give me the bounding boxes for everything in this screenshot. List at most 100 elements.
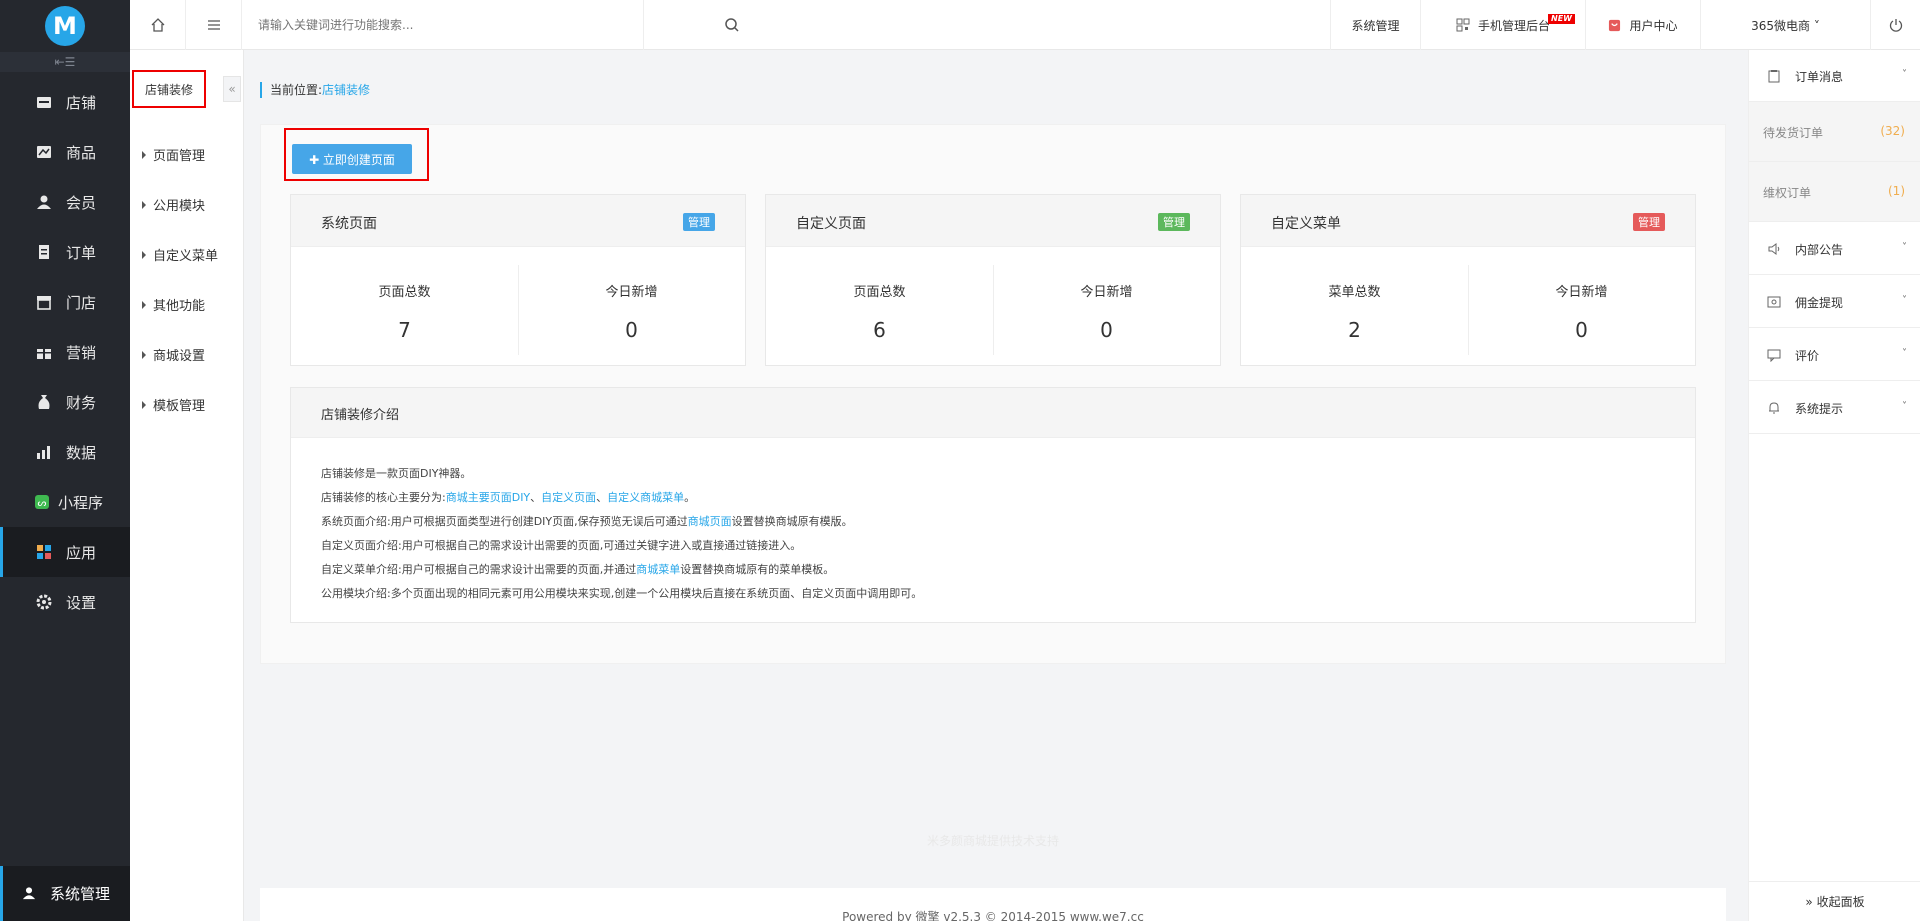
stat-label: 页面总数 [378,285,431,300]
system-tips-toggle[interactable]: 系统提示 ˅ [1749,381,1920,434]
intro-text: 、 [530,491,542,504]
sidebar-item-goods[interactable]: 商品 [0,127,130,177]
order-messages-label: 订单消息 [1795,70,1844,84]
top-bar: 系统管理 手机管理后台 NEW 用户中心 365微电商 ˅ [130,0,1920,50]
caret-right-icon [142,251,146,259]
sidebar-item-shop[interactable]: 门店 [0,277,130,327]
pending-orders-item[interactable]: 待发货订单 (32) [1749,102,1920,162]
sidebar-item-label: 设置 [66,594,97,612]
qrcode-icon [1456,18,1470,32]
intro-text: 系统页面介绍:用户可根据页面类型进行创建DIY页面,保存预览无误后可通过 [321,515,688,528]
speaker-icon [1768,243,1780,255]
create-page-highlight: ✚ 立即创建页面 [284,128,429,181]
sidebar-item-miniprogram[interactable]: ᔕ 小程序 [0,477,130,527]
sidebar-toggle-icon[interactable]: ⇤☰ [0,52,130,72]
intro-link-custom-menu[interactable]: 自定义商城菜单 [607,491,684,504]
stat-label: 菜单总数 [1328,285,1381,300]
sub-sidebar-collapse-button[interactable]: « [223,76,241,102]
manage-button[interactable]: 管理 [1633,213,1665,231]
create-page-button[interactable]: ✚ 立即创建页面 [292,144,412,174]
sidebar-item-label: 订单 [66,244,97,262]
sidebar-item-label: 门店 [66,294,97,312]
sub-sidebar-item-custom-menu[interactable]: 自定义菜单 [142,245,218,264]
stat-value: 0 [1100,318,1113,342]
intro-panel: 店铺装修介绍 店铺装修是一款页面DIY神器。 店铺装修的核心主要分为:商城主要页… [290,387,1696,623]
home-button[interactable] [130,0,186,50]
logout-button[interactable] [1870,0,1920,50]
sub-sidebar-item-page-manage[interactable]: 页面管理 [142,145,205,164]
intro-link-main-pages[interactable]: 商城主要页面DIY [446,491,530,504]
manage-button[interactable]: 管理 [1158,213,1190,231]
sidebar-item-data[interactable]: 数据 [0,427,130,477]
app-logo[interactable]: M [45,6,85,46]
manage-button[interactable]: 管理 [683,213,715,231]
mobile-admin-link[interactable]: 手机管理后台 NEW [1420,0,1585,50]
sidebar-item-apps[interactable]: 应用 [0,527,130,577]
miniprogram-icon: ᔕ [35,495,49,509]
order-messages-toggle[interactable]: 订单消息 ˅ [1749,50,1920,102]
intro-text: 、 [596,491,608,504]
search-icon[interactable] [724,17,740,33]
stat-value: 6 [873,318,886,342]
sub-sidebar-item-template[interactable]: 模板管理 [142,395,205,414]
breadcrumb-current[interactable]: 店铺装修 [322,83,370,97]
sidebar-item-member[interactable]: 会员 [0,177,130,227]
intro-link-mall-pages[interactable]: 商城页面 [688,515,732,528]
sidebar-item-label: 财务 [66,394,97,412]
intro-text: 自定义菜单介绍:用户可根据自己的需求设计出需要的页面,并通过 [321,563,637,576]
breadcrumb-prefix: 当前位置: [270,83,323,97]
logo-area[interactable]: M [0,0,130,52]
sub-sidebar-item-active[interactable]: 店铺装修 [132,70,206,108]
sidebar-item-settings[interactable]: 设置 [0,577,130,627]
review-toggle[interactable]: 评价 ˅ [1749,328,1920,381]
intro-link-mall-menu[interactable]: 商城菜单 [636,563,680,576]
search-input[interactable] [258,15,598,35]
sub-sidebar: 店铺装修 « 页面管理 公用模块 自定义菜单 其他功能 商城设置 模板管理 [130,0,244,921]
user-center-icon [1609,19,1621,31]
user-center-link[interactable]: 用户中心 [1585,0,1700,50]
sub-sidebar-item-common-module[interactable]: 公用模块 [142,195,205,214]
rights-orders-label: 维权订单 [1763,186,1812,200]
menu-toggle-button[interactable] [186,0,242,50]
rights-orders-item[interactable]: 维权订单 (1) [1749,162,1920,222]
sidebar-item-order[interactable]: 订单 [0,227,130,277]
caret-right-icon [142,301,146,309]
sidebar-item-finance[interactable]: 财务 [0,377,130,427]
sidebar-system-admin[interactable]: 系统管理 [0,866,130,921]
intro-link-custom-pages[interactable]: 自定义页面 [541,491,596,504]
caret-right-icon [142,201,146,209]
sidebar-item-label: 营销 [66,344,97,362]
sidebar-item-label: 数据 [66,444,97,462]
sub-sidebar-item-mall-settings[interactable]: 商城设置 [142,345,205,364]
intro-line: 公用模块介绍:多个页面出现的相同元素可用公用模块来实现,创建一个公用模块后直接在… [321,587,923,600]
intro-text: 。 [684,491,696,504]
rights-orders-count: (1) [1888,184,1905,198]
support-watermark: 米多颜商城提供技术支持 [926,834,1059,848]
custom-pages-card: 自定义页面 管理 页面总数 6 今日新增 0 [765,194,1221,366]
intro-text: 设置替换商城原有的菜单模板。 [680,563,835,576]
stat-label: 今日新增 [605,285,658,300]
collapse-panel-button[interactable]: » 收起面板 [1749,881,1920,921]
sidebar-item-marketing[interactable]: 营销 [0,327,130,377]
sidebar-item-label: 应用 [66,544,97,562]
shop-name-label: 365微电商 ˅ [1751,18,1820,33]
commission-withdraw-toggle[interactable]: 佣金提现 ˅ [1749,275,1920,328]
system-manage-link[interactable]: 系统管理 [1330,0,1420,50]
sub-sidebar-item-other[interactable]: 其他功能 [142,295,205,314]
sidebar-item-label: 小程序 [58,494,104,512]
sub-sidebar-label: 页面管理 [153,149,206,164]
card-title: 自定义页面 [796,216,866,232]
intro-text: 店铺装修的核心主要分为: [321,491,446,504]
caret-right-icon [142,151,146,159]
member-icon [37,195,51,209]
intro-title: 店铺装修介绍 [291,388,1695,438]
intro-line: 自定义菜单介绍:用户可根据自己的需求设计出需要的页面,并通过商城菜单设置替换商城… [321,558,1665,582]
chevron-down-icon: ˅ [1902,348,1907,359]
internal-notice-toggle[interactable]: 内部公告 ˅ [1749,222,1920,275]
svg-text:ᔕ: ᔕ [38,498,47,509]
system-manage-label: 系统管理 [1351,18,1400,33]
sidebar-item-store[interactable]: 店铺 [0,77,130,127]
home-icon [151,18,164,32]
sidebar-item-label: 商品 [66,144,97,162]
shop-switcher-dropdown[interactable]: 365微电商 ˅ [1700,0,1870,50]
